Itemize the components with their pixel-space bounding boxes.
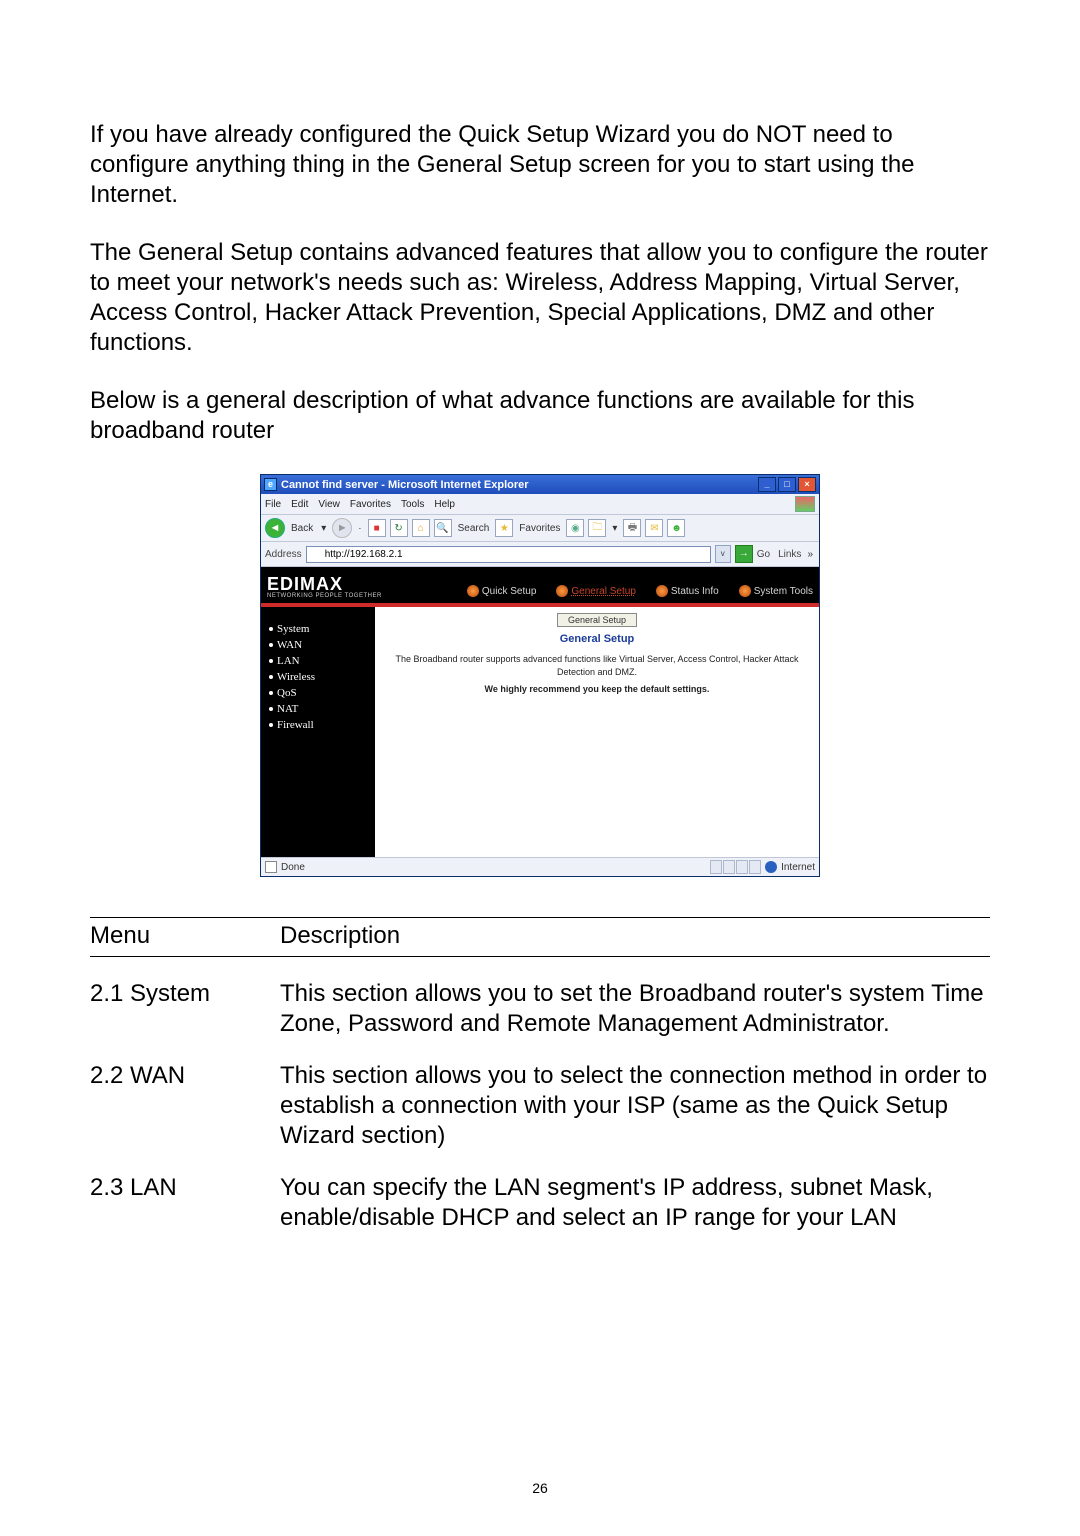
- menu-tools[interactable]: Tools: [401, 499, 424, 510]
- row-menu: 2.2 WAN: [90, 1039, 280, 1151]
- table-header-description: Description: [280, 918, 990, 957]
- sidebar-item-wireless[interactable]: Wireless: [269, 671, 367, 683]
- ie-statusbar: Done Internet: [261, 857, 819, 876]
- bullet-icon: [269, 659, 273, 663]
- row-description: This section allows you to select the co…: [280, 1039, 990, 1151]
- topnav-general-setup[interactable]: General Setup: [556, 585, 636, 597]
- sidebar-item-firewall[interactable]: Firewall: [269, 719, 367, 731]
- globe-icon: [467, 585, 479, 597]
- links-label[interactable]: Links: [778, 549, 801, 560]
- globe-icon: [656, 585, 668, 597]
- menu-edit[interactable]: Edit: [291, 499, 308, 510]
- minimize-button[interactable]: _: [758, 477, 776, 492]
- ie-addressbar: Address http://192.168.2.1 v → Go Links …: [261, 542, 819, 567]
- address-dropdown-icon[interactable]: v: [715, 545, 731, 563]
- home-icon[interactable]: ⌂: [412, 519, 430, 537]
- status-segment: [710, 860, 722, 874]
- address-input[interactable]: http://192.168.2.1: [306, 546, 711, 563]
- panel-recommendation: We highly recommend you keep the default…: [389, 684, 805, 694]
- search-label: Search: [458, 523, 490, 534]
- menu-file[interactable]: File: [265, 499, 281, 510]
- globe-icon: [739, 585, 751, 597]
- row-menu: 2.3 LAN: [90, 1151, 280, 1233]
- menu-help[interactable]: Help: [434, 499, 455, 510]
- row-description: This section allows you to set the Broad…: [280, 957, 990, 1040]
- table-header-menu: Menu: [90, 918, 280, 957]
- topnav-quick-setup[interactable]: Quick Setup: [467, 585, 536, 597]
- go-label: Go: [757, 549, 770, 560]
- breadcrumb: General Setup: [557, 613, 637, 627]
- row-description: You can specify the LAN segment's IP add…: [280, 1151, 990, 1233]
- panel-description: The Broadband router supports advanced f…: [389, 653, 805, 678]
- back-dropdown-icon[interactable]: ▾: [321, 523, 326, 534]
- search-icon[interactable]: 🔍: [434, 519, 452, 537]
- intro-paragraph-3: Below is a general description of what a…: [90, 386, 990, 446]
- row-menu: 2.1 System: [90, 957, 280, 1040]
- status-segment: [749, 860, 761, 874]
- windows-flag-icon: [795, 496, 815, 512]
- status-text: Done: [281, 862, 305, 873]
- messenger-icon[interactable]: ☻: [667, 519, 685, 537]
- menu-description-table: Menu Description 2.1 System This section…: [90, 917, 990, 1233]
- ie-logo-icon: e: [264, 478, 277, 491]
- router-sidebar: System WAN LAN Wireless QoS NAT Firewall: [261, 607, 375, 857]
- print-icon[interactable]: 🖶: [623, 519, 641, 537]
- mail-icon[interactable]: ✉: [645, 519, 663, 537]
- bullet-icon: [269, 707, 273, 711]
- history-icon[interactable]: 🗀: [588, 519, 606, 537]
- menu-view[interactable]: View: [318, 499, 340, 510]
- favorites-icon[interactable]: ★: [495, 519, 513, 537]
- ie-window: e Cannot find server - Microsoft Interne…: [260, 474, 820, 877]
- bullet-icon: [269, 643, 273, 647]
- close-button[interactable]: ×: [798, 477, 816, 492]
- bullet-icon: [269, 675, 273, 679]
- go-button[interactable]: →: [735, 545, 753, 563]
- globe-icon: [556, 585, 568, 597]
- router-main-panel: General Setup General Setup The Broadban…: [375, 607, 819, 857]
- topnav-status-info[interactable]: Status Info: [656, 585, 719, 597]
- favorites-label: Favorites: [519, 523, 560, 534]
- panel-title: General Setup: [389, 633, 805, 645]
- links-chevron-icon[interactable]: »: [807, 549, 813, 560]
- sidebar-item-nat[interactable]: NAT: [269, 703, 367, 715]
- intro-paragraph-1: If you have already configured the Quick…: [90, 120, 990, 210]
- table-row: 2.3 LAN You can specify the LAN segment'…: [90, 1151, 990, 1233]
- forward-button[interactable]: ►: [332, 518, 352, 538]
- back-label: Back: [291, 523, 313, 534]
- intro-paragraph-2: The General Setup contains advanced feat…: [90, 238, 990, 358]
- table-row: 2.1 System This section allows you to se…: [90, 957, 990, 1040]
- media-icon[interactable]: ◉: [566, 519, 584, 537]
- toolbar-separator: ·: [358, 523, 361, 534]
- status-zone: Internet: [781, 862, 815, 873]
- ie-titlebar: e Cannot find server - Microsoft Interne…: [261, 475, 819, 494]
- bullet-icon: [269, 691, 273, 695]
- maximize-button[interactable]: □: [778, 477, 796, 492]
- page-number: 26: [0, 1480, 1080, 1496]
- topnav-system-tools[interactable]: System Tools: [739, 585, 813, 597]
- refresh-icon[interactable]: ↻: [390, 519, 408, 537]
- bullet-icon: [269, 723, 273, 727]
- status-segment: [723, 860, 735, 874]
- sidebar-item-system[interactable]: System: [269, 623, 367, 635]
- internet-zone-icon: [765, 861, 777, 873]
- address-label: Address: [265, 549, 302, 560]
- back-button[interactable]: ◄: [265, 518, 285, 538]
- sidebar-item-lan[interactable]: LAN: [269, 655, 367, 667]
- bullet-icon: [269, 627, 273, 631]
- table-row: 2.2 WAN This section allows you to selec…: [90, 1039, 990, 1151]
- router-brand: EDIMAX: [267, 575, 382, 593]
- toolbar-dropdown-icon[interactable]: ▾: [612, 523, 617, 534]
- stop-icon[interactable]: ■: [368, 519, 386, 537]
- router-tagline: NETWORKING PEOPLE TOGETHER: [267, 593, 382, 599]
- window-title: Cannot find server - Microsoft Internet …: [281, 479, 529, 491]
- router-header: EDIMAX NETWORKING PEOPLE TOGETHER Quick …: [261, 567, 819, 607]
- status-segment: [736, 860, 748, 874]
- ie-toolbar: ◄ Back ▾ ► · ■ ↻ ⌂ 🔍 Search ★ Favorites …: [261, 515, 819, 542]
- menu-favorites[interactable]: Favorites: [350, 499, 391, 510]
- status-page-icon: [265, 861, 277, 873]
- sidebar-item-wan[interactable]: WAN: [269, 639, 367, 651]
- ie-menubar: File Edit View Favorites Tools Help: [261, 494, 819, 515]
- sidebar-item-qos[interactable]: QoS: [269, 687, 367, 699]
